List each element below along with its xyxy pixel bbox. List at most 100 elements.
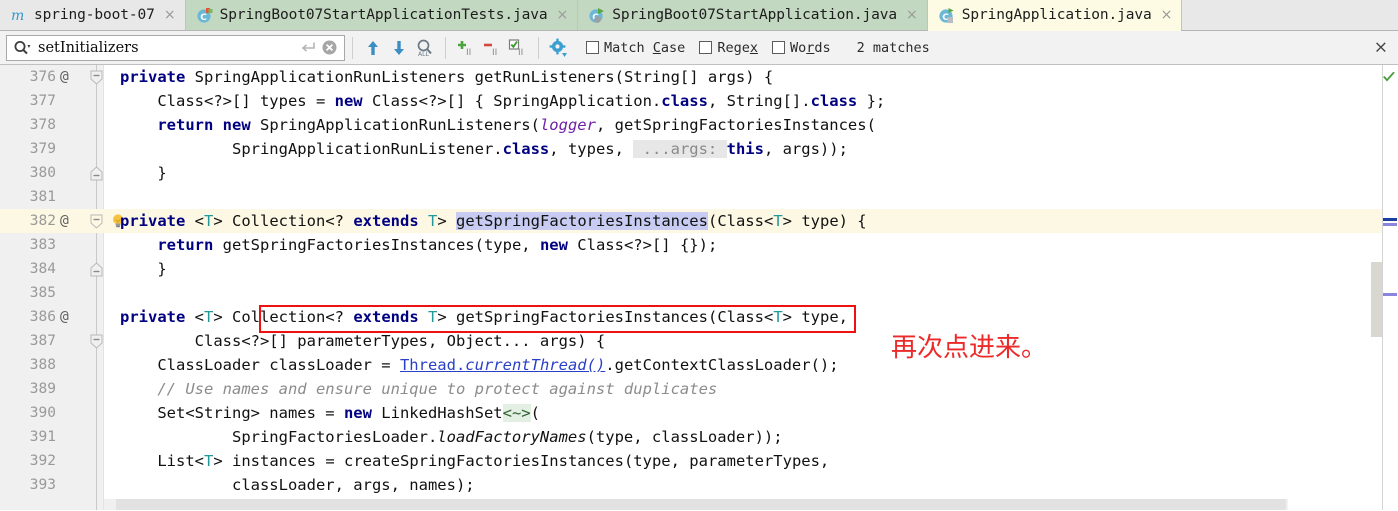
horizontal-scrollbar-thumb[interactable] (116, 499, 1286, 510)
override-marker[interactable]: @ (60, 69, 69, 85)
code-line-388[interactable]: 388 ClassLoader classLoader = Thread.cur… (0, 353, 1398, 377)
line-number: 387 (29, 333, 56, 349)
line-number: 378 (29, 117, 56, 133)
close-find-toolbar-icon[interactable]: × (1374, 39, 1388, 56)
fold-collapse-icon[interactable] (89, 70, 104, 85)
fold-collapse-icon[interactable] (89, 334, 104, 349)
code-text[interactable]: SpringFactoriesLoader.loadFactoryNames(t… (120, 428, 783, 446)
code-text[interactable]: Set<String> names = new LinkedHashSet<~>… (120, 404, 540, 422)
match-case-label: Match Case (604, 39, 686, 56)
annotation-note: 再次点进来。 (891, 333, 1048, 363)
code-text[interactable]: } (120, 260, 166, 278)
java-runnable-class-icon: C (588, 7, 605, 24)
code-line-378[interactable]: 378 return new SpringApplicationRunListe… (0, 113, 1398, 137)
code-text[interactable]: Class<?>[] types = new Class<?>[] { Spri… (120, 92, 885, 110)
code-text[interactable]: // Use names and ensure unique to protec… (120, 380, 717, 398)
inspection-ok-icon[interactable] (1382, 69, 1396, 88)
svg-text:II: II (492, 48, 497, 58)
tab-springapplication[interactable]: C SpringApplication.java × (927, 0, 1183, 31)
search-input-value[interactable]: setInitializers (34, 40, 296, 56)
search-match-marker[interactable] (1383, 223, 1397, 226)
tab-spring-boot-07[interactable]: m spring-boot-07 × (0, 0, 186, 30)
code-text[interactable]: List<T> instances = createSpringFactorie… (120, 452, 829, 470)
line-number: 385 (29, 285, 56, 301)
select-all-occurrences-button[interactable]: II (505, 35, 531, 61)
tab-close-icon[interactable]: × (906, 8, 918, 22)
code-line-393[interactable]: 393 classLoader, args, names); (0, 473, 1398, 497)
vertical-scrollbar-thumb[interactable] (1371, 262, 1382, 337)
code-line-379[interactable]: 379 SpringApplicationRunListener.class, … (0, 137, 1398, 161)
code-line-376[interactable]: 376 @ private SpringApplicationRunListen… (0, 65, 1398, 89)
toolbar-divider (538, 36, 539, 59)
code-text[interactable]: return new SpringApplicationRunListeners… (120, 116, 876, 134)
tab-close-icon[interactable]: × (164, 8, 176, 22)
tab-springboot07startapplication[interactable]: C SpringBoot07StartApplication.java × (578, 0, 928, 30)
code-line-383[interactable]: 383 return getSpringFactoriesInstances(t… (0, 233, 1398, 257)
fold-end-icon[interactable] (89, 261, 104, 277)
java-test-class-icon: C (196, 7, 213, 24)
clear-search-icon[interactable] (321, 39, 338, 56)
find-next-button[interactable] (386, 35, 412, 61)
add-occurrence-button[interactable]: II (453, 35, 479, 61)
fold-end-icon[interactable] (89, 165, 104, 181)
regex-option[interactable]: Regex (699, 40, 758, 56)
code-text[interactable]: private SpringApplicationRunListeners ge… (120, 68, 773, 86)
code-line-380[interactable]: 380 } (0, 161, 1398, 185)
line-number: 379 (29, 141, 56, 157)
search-icon[interactable] (13, 39, 31, 56)
code-editor[interactable]: 376 @ private SpringApplicationRunListen… (0, 65, 1398, 510)
code-line-377[interactable]: 377 Class<?>[] types = new Class<?>[] { … (0, 89, 1398, 113)
tab-close-icon[interactable]: × (557, 8, 569, 22)
svg-text:m: m (11, 8, 24, 24)
line-number: 382 (29, 213, 56, 229)
horizontal-scrollbar[interactable] (104, 499, 1288, 510)
svg-text:II: II (518, 48, 523, 58)
find-previous-button[interactable] (360, 35, 386, 61)
code-text[interactable]: SpringApplicationRunListener.class, type… (120, 140, 848, 158)
tab-label: spring-boot-07 (34, 7, 155, 23)
remove-occurrence-button[interactable]: II (479, 35, 505, 61)
code-line-392[interactable]: 392 List<T> instances = createSpringFact… (0, 449, 1398, 473)
filter-settings-button[interactable] (546, 35, 572, 61)
code-text[interactable]: return getSpringFactoriesInstances(type,… (120, 236, 717, 254)
search-match-marker[interactable] (1383, 293, 1397, 296)
code-text[interactable]: } (120, 164, 166, 182)
code-line-382[interactable]: 382 @ private <T> Collection<? extends T… (0, 209, 1398, 233)
error-stripe-marker-panel[interactable] (1382, 65, 1398, 510)
code-text[interactable]: private <T> Collection<? extends T> getS… (120, 212, 867, 230)
regex-checkbox[interactable] (699, 41, 713, 54)
code-line-384[interactable]: 384 } (0, 257, 1398, 281)
code-line-385[interactable]: 385 (0, 281, 1398, 305)
code-text[interactable]: private <T> Collection<? extends T> getS… (120, 308, 848, 326)
enter-hint-icon (300, 39, 317, 56)
code-line-381[interactable]: 381 (0, 185, 1398, 209)
override-marker[interactable]: @ (60, 309, 69, 325)
code-line-390[interactable]: 390 Set<String> names = new LinkedHashSe… (0, 401, 1398, 425)
code-text[interactable]: Class<?>[] parameterTypes, Object... arg… (120, 332, 606, 350)
code-text[interactable]: ClassLoader classLoader = Thread.current… (120, 356, 838, 374)
tab-close-icon[interactable]: × (1161, 8, 1173, 22)
line-number: 390 (29, 405, 56, 421)
usage-marker[interactable] (1383, 218, 1397, 221)
code-line-387[interactable]: 387 Class<?>[] parameterTypes, Object...… (0, 329, 1398, 353)
tab-springboot07startapplicationtests[interactable]: C SpringBoot07StartApplicationTests.java… (185, 0, 579, 30)
svg-text:C: C (200, 13, 207, 23)
match-case-option[interactable]: Match Case (586, 40, 685, 56)
line-number: 386 (29, 309, 56, 325)
find-all-button[interactable]: ALL (412, 35, 438, 61)
tab-label: SpringApplication.java (961, 7, 1152, 23)
words-option[interactable]: Words (771, 40, 831, 56)
module-icon: m (10, 7, 27, 24)
code-line-389[interactable]: 389 // Use names and ensure unique to pr… (0, 377, 1398, 401)
search-input[interactable]: setInitializers (6, 34, 345, 61)
match-case-checkbox[interactable] (586, 41, 599, 54)
code-line-391[interactable]: 391 SpringFactoriesLoader.loadFactoryNam… (0, 425, 1398, 449)
override-marker[interactable]: @ (60, 213, 69, 229)
code-line-386[interactable]: 386 @ private <T> Collection<? extends T… (0, 305, 1398, 329)
toolbar-divider (352, 36, 353, 59)
svg-text:ALL: ALL (418, 51, 429, 58)
words-checkbox[interactable] (771, 41, 785, 54)
code-text[interactable]: classLoader, args, names); (120, 476, 475, 494)
fold-collapse-icon[interactable] (89, 214, 104, 229)
line-number: 384 (29, 261, 56, 277)
